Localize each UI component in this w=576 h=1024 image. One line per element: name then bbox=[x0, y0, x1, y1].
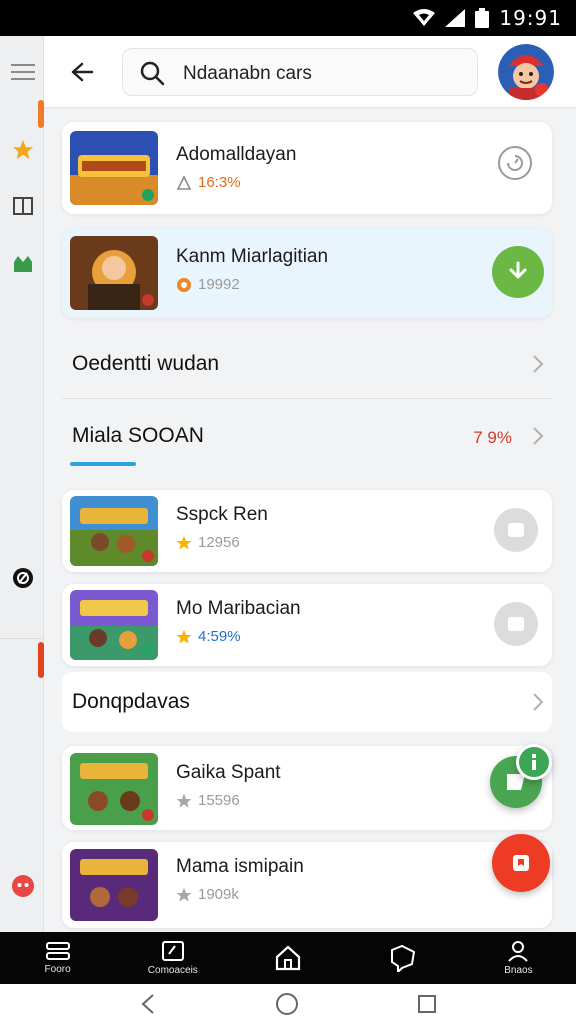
clock: 19:91 bbox=[499, 6, 562, 30]
nav-label: Bnaos bbox=[504, 965, 533, 976]
chevron-right-icon bbox=[533, 693, 544, 711]
star-icon bbox=[176, 887, 192, 902]
section-row[interactable]: Donqpdavas bbox=[62, 672, 552, 732]
card-meta: 12956 bbox=[176, 534, 240, 551]
battery-icon bbox=[475, 8, 490, 28]
game-thumbnail bbox=[70, 236, 158, 310]
action-button[interactable] bbox=[494, 508, 538, 552]
chevron-right-icon bbox=[533, 427, 544, 445]
list-item[interactable]: Sspck Ren 12956 bbox=[62, 490, 552, 572]
nav-label: Fooro bbox=[44, 964, 71, 975]
star-icon bbox=[176, 793, 192, 808]
search-value: Ndaanabn cars bbox=[183, 63, 312, 84]
chat-bubble-icon bbox=[391, 944, 416, 972]
nav-item-profile[interactable]: Bnaos bbox=[461, 932, 576, 984]
search-icon bbox=[140, 61, 165, 86]
game-thumbnail bbox=[70, 496, 158, 566]
nav-item-categories[interactable]: Comoaceis bbox=[115, 932, 230, 984]
section-row[interactable]: Miala SOOAN 7 9% bbox=[62, 404, 552, 468]
book-icon[interactable] bbox=[11, 194, 35, 218]
refresh-icon bbox=[507, 155, 523, 171]
bottom-nav: Fooro Comoaceis Bnaos bbox=[0, 932, 576, 984]
game-thumbnail bbox=[70, 753, 158, 825]
card-meta: 15596 bbox=[176, 792, 240, 809]
card-title: Gaika Spant bbox=[176, 762, 281, 783]
nav-item-house[interactable] bbox=[230, 932, 345, 984]
notification-badge[interactable] bbox=[516, 744, 552, 780]
download-icon bbox=[509, 261, 527, 279]
alert-icon[interactable] bbox=[11, 874, 35, 898]
back-arrow-icon bbox=[71, 62, 94, 82]
info-icon bbox=[532, 754, 536, 770]
card-meta: 19992 bbox=[176, 276, 240, 293]
home-grid-icon bbox=[45, 942, 70, 960]
chevron-right-icon bbox=[533, 355, 544, 373]
rail-divider bbox=[0, 638, 44, 639]
nav-label: Comoaceis bbox=[147, 965, 198, 976]
status-bar: 19:91 bbox=[0, 0, 576, 36]
store-icon[interactable] bbox=[11, 252, 35, 276]
list-item[interactable]: Gaika Spant 15596 bbox=[62, 746, 552, 830]
menu-icon[interactable] bbox=[11, 60, 35, 84]
card-title: Sspck Ren bbox=[176, 504, 268, 525]
list-item[interactable]: Mama ismipain 1909k bbox=[62, 842, 552, 928]
star-icon bbox=[176, 535, 192, 550]
recents-square-icon[interactable] bbox=[417, 994, 437, 1014]
tab-underline bbox=[70, 462, 136, 466]
game-thumbnail bbox=[70, 590, 158, 660]
system-nav-bar bbox=[0, 984, 576, 1024]
avatar[interactable] bbox=[498, 44, 554, 100]
back-triangle-icon[interactable] bbox=[139, 993, 157, 1015]
coin-icon bbox=[177, 277, 191, 292]
bookmark-icon bbox=[513, 855, 529, 871]
action-button[interactable] bbox=[494, 602, 538, 646]
divider bbox=[62, 398, 552, 399]
game-thumbnail bbox=[70, 131, 158, 205]
home-circle-icon[interactable] bbox=[275, 992, 299, 1016]
nav-item-home[interactable]: Fooro bbox=[0, 932, 115, 984]
top-bar: Ndaanabn cars bbox=[44, 36, 576, 108]
nav-item-chat[interactable] bbox=[346, 932, 461, 984]
list-item[interactable]: Mo Maribacian 4:59% bbox=[62, 584, 552, 666]
card-title: Mo Maribacian bbox=[176, 598, 301, 619]
ring-icon[interactable] bbox=[11, 566, 35, 590]
wifi-icon bbox=[413, 9, 436, 26]
section-title: Donqpdavas bbox=[72, 690, 190, 713]
card-meta: 4:59% bbox=[176, 628, 241, 645]
back-button[interactable] bbox=[66, 56, 98, 88]
section-title: Miala SOOAN bbox=[72, 424, 204, 447]
house-icon bbox=[275, 945, 301, 971]
section-title: Oedentti wudan bbox=[72, 352, 220, 375]
signal-icon bbox=[445, 9, 466, 27]
square-icon bbox=[508, 523, 524, 537]
result-card[interactable]: Adomalldayan 16:3% bbox=[62, 122, 552, 214]
bookmark-fab[interactable] bbox=[492, 834, 550, 892]
map-icon bbox=[161, 941, 184, 961]
result-card-selected[interactable]: Kanm Miarlagitian 19992 bbox=[62, 228, 552, 318]
card-title: Kanm Miarlagitian bbox=[176, 246, 329, 267]
section-row[interactable]: Oedentti wudan bbox=[62, 332, 552, 396]
card-title: Mama ismipain bbox=[176, 856, 304, 877]
download-button[interactable] bbox=[492, 246, 544, 298]
star-icon bbox=[176, 629, 192, 644]
refresh-button[interactable] bbox=[498, 146, 532, 180]
left-rail bbox=[0, 36, 44, 932]
card-meta: 1909k bbox=[176, 886, 239, 903]
square-icon bbox=[508, 617, 524, 631]
chart-icon bbox=[176, 174, 192, 190]
profile-icon bbox=[508, 941, 529, 962]
card-meta: 16:3% bbox=[176, 174, 241, 191]
section-value: 7 9% bbox=[473, 428, 512, 447]
card-title: Adomalldayan bbox=[176, 144, 297, 165]
search-input[interactable]: Ndaanabn cars bbox=[122, 48, 478, 96]
game-thumbnail bbox=[70, 849, 158, 921]
star-icon[interactable] bbox=[11, 138, 35, 162]
main-content: Adomalldayan 16:3% Kanm Miarlagitian 199… bbox=[44, 108, 576, 932]
